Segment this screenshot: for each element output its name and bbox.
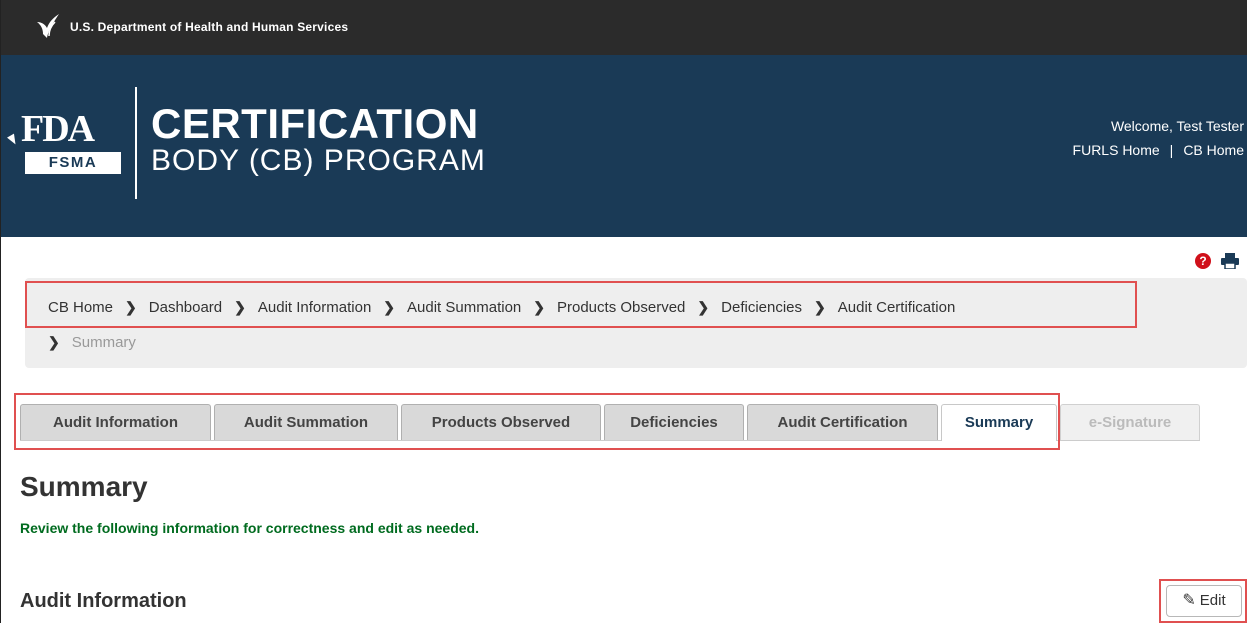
section-heading-audit-information: Audit Information [20, 590, 187, 612]
page-title: Summary [20, 471, 148, 502]
chevron-right-icon: ❯ [533, 299, 545, 315]
chevron-right-icon: ❯ [383, 299, 396, 315]
furls-home-link[interactable]: FURLS Home [1073, 142, 1160, 158]
fsma-badge: FSMA [25, 152, 121, 174]
header-divider [135, 87, 137, 199]
welcome-message: Welcome, Test Tester [1110, 118, 1244, 134]
agency-bar: U.S. Department of Health and Human Serv… [1, 0, 1247, 55]
header-links: FURLS Home | CB Home [1073, 142, 1244, 158]
breadcrumb-products-observed[interactable]: Products Observed [557, 299, 685, 316]
breadcrumb-dashboard[interactable]: Dashboard [149, 299, 222, 316]
chevron-right-icon: ❯ [234, 299, 246, 315]
chevron-right-icon: ❯ [697, 299, 710, 315]
header-link-separator: | [1169, 142, 1174, 158]
breadcrumb-audit-certification[interactable]: Audit Certification [838, 299, 956, 316]
program-subtitle: BODY (CB) PROGRAM [151, 144, 486, 177]
help-icon[interactable]: ? [1195, 253, 1211, 269]
breadcrumb-cb-home[interactable]: CB Home [48, 299, 113, 316]
hhs-eagle-icon [37, 14, 59, 38]
edit-button-label: Edit [1199, 592, 1226, 609]
breadcrumb-trail: CB Home ❯ Dashboard ❯ Audit Information ❯ Audi… [48, 299, 955, 316]
printer-icon[interactable] [1221, 253, 1239, 269]
fda-fsma-logo[interactable]: FDA FSMA [21, 110, 125, 176]
agency-name: U.S. Department of Health and Human Serv… [70, 20, 349, 34]
breadcrumb-trail-current: ❯ Summary [48, 334, 136, 351]
breadcrumb-audit-summation[interactable]: Audit Summation [407, 299, 521, 316]
breadcrumb-summary: Summary [71, 334, 136, 351]
pencil-icon: ✎ [1182, 592, 1196, 609]
program-header: FDA FSMA CERTIFICATION BODY (CB) PROGRAM… [1, 55, 1247, 237]
fda-logo-mark: FDA [21, 108, 95, 150]
chevron-right-icon: ❯ [125, 299, 137, 315]
edit-button[interactable]: ✎ Edit [1166, 585, 1242, 617]
tabs-highlight [14, 393, 1060, 450]
breadcrumb-audit-information[interactable]: Audit Information [258, 299, 371, 316]
chevron-right-icon: ❯ [48, 334, 60, 350]
program-title: CERTIFICATION [151, 100, 479, 147]
breadcrumb-deficiencies[interactable]: Deficiencies [721, 299, 802, 316]
cb-home-link[interactable]: CB Home [1183, 142, 1244, 158]
tab-e-signature: e-Signature [1060, 404, 1200, 440]
chevron-right-icon: ❯ [814, 299, 826, 315]
instructions-text: Review the following information for cor… [20, 520, 479, 536]
